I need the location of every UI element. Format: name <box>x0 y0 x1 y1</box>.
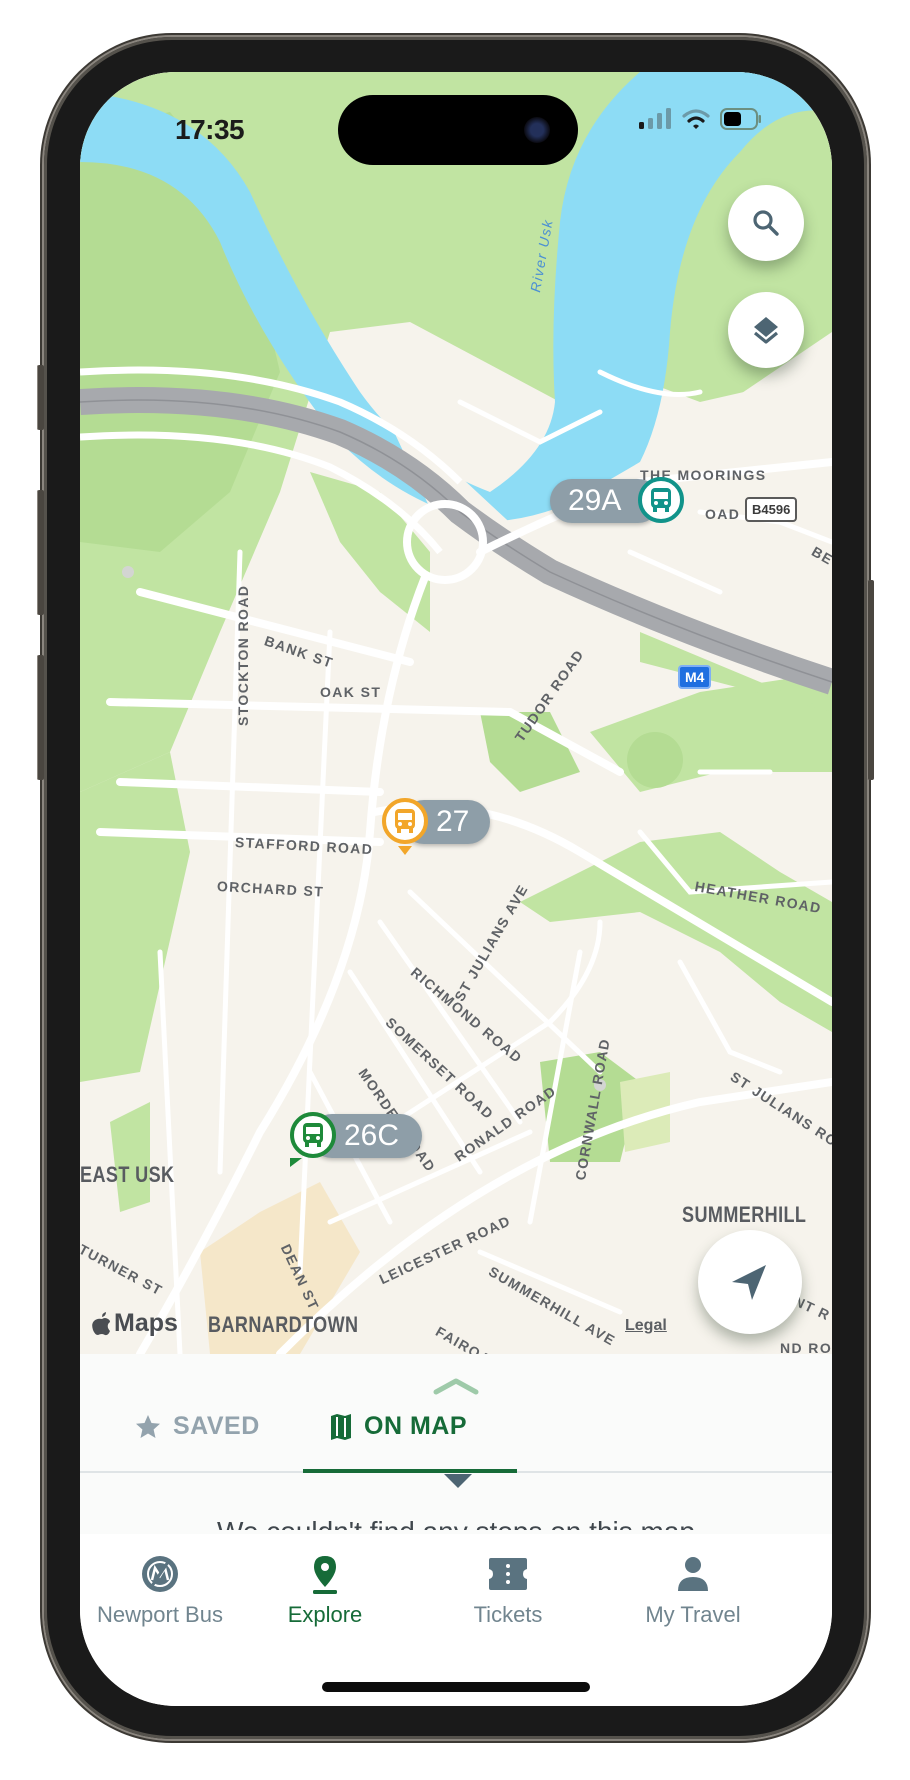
district-label: EAST USK <box>80 1162 175 1187</box>
map-canvas <box>80 72 832 1354</box>
map-pin-icon <box>313 1556 337 1594</box>
search-icon <box>753 210 779 236</box>
battery-icon <box>720 108 761 130</box>
bus-marker-27[interactable]: 27 <box>382 798 492 855</box>
nav-item-tickets[interactable]: Tickets <box>428 1554 588 1628</box>
tab-on-map[interactable]: ON MAP <box>330 1412 467 1441</box>
volume-down-button <box>37 655 44 780</box>
nav-label: Tickets <box>473 1602 543 1627</box>
bus-marker-26c[interactable]: 26C <box>290 1112 430 1167</box>
bottom-navigation: Newport Bus Explore Tickets My Travel <box>80 1534 832 1706</box>
home-indicator[interactable] <box>322 1682 590 1692</box>
bus-route-label: 27 <box>436 805 470 838</box>
district-label: BARNARDTOWN <box>208 1312 359 1337</box>
nav-item-newport-bus[interactable]: Newport Bus <box>80 1554 240 1628</box>
power-button <box>867 580 874 780</box>
nav-item-my-travel[interactable]: My Travel <box>613 1554 773 1628</box>
ticket-icon <box>489 1558 527 1590</box>
motorway-shield: M4 <box>678 665 712 689</box>
search-button[interactable] <box>728 185 804 261</box>
tab-on-map-label: ON MAP <box>364 1412 467 1440</box>
street-label: STOCKTON ROAD <box>235 584 251 726</box>
bus-icon <box>638 477 684 523</box>
dynamic-island <box>338 95 578 165</box>
status-time: 17:35 <box>175 114 245 145</box>
street-label: OAK ST <box>320 684 382 700</box>
app-screen: River Usk THE MOORINGS OAD BANK ST STOCK… <box>80 72 832 1706</box>
marker-pointer <box>398 846 412 855</box>
tab-saved[interactable]: SAVED <box>135 1412 260 1441</box>
nav-item-explore[interactable]: Explore <box>245 1554 405 1628</box>
bottom-sheet: SAVED ON MAP We couldn't find any stops … <box>80 1354 832 1534</box>
legal-link[interactable]: Legal <box>625 1317 667 1335</box>
nav-label: My Travel <box>645 1602 741 1627</box>
wifi-icon <box>682 109 710 129</box>
tab-pointer-icon <box>444 1474 472 1488</box>
apple-logo-icon <box>92 1311 110 1335</box>
tab-saved-label: SAVED <box>173 1412 260 1440</box>
action-button <box>37 365 44 430</box>
person-icon <box>678 1557 708 1591</box>
cellular-signal-icon <box>639 108 671 129</box>
newport-bus-logo-icon <box>142 1556 178 1592</box>
bus-icon <box>290 1112 336 1158</box>
nav-label: Explore <box>287 1602 363 1627</box>
street-label: OAD <box>705 506 741 522</box>
map-view[interactable]: River Usk THE MOORINGS OAD BANK ST STOCK… <box>80 72 832 1354</box>
map-icon <box>331 1413 351 1440</box>
map-layers-button[interactable] <box>728 292 804 368</box>
camera-icon <box>524 117 550 143</box>
apple-maps-attribution: Maps <box>92 1309 178 1338</box>
layers-icon <box>753 317 779 344</box>
empty-state-message: We couldn't find any stops on this map <box>80 1512 832 1530</box>
bus-icon <box>382 798 428 844</box>
marker-pointer <box>290 1158 302 1167</box>
active-tab-indicator <box>303 1469 517 1473</box>
district-label: SUMMERHILL <box>682 1202 807 1227</box>
locate-me-button[interactable] <box>698 1230 802 1334</box>
street-label: ND RO <box>780 1340 832 1354</box>
bus-marker-29a[interactable]: 29A <box>550 477 690 523</box>
volume-up-button <box>37 490 44 615</box>
sheet-drag-handle-chevron-up-icon[interactable] <box>432 1376 480 1396</box>
bus-route-label: 26C <box>344 1119 400 1152</box>
maps-label: Maps <box>114 1309 178 1337</box>
location-arrow-icon <box>732 1265 766 1300</box>
star-icon <box>136 1414 160 1438</box>
nav-label: Newport Bus <box>97 1602 223 1627</box>
road-shield: B4596 <box>745 497 798 522</box>
status-icons <box>638 108 762 130</box>
bus-route-label: 29A <box>568 484 622 517</box>
